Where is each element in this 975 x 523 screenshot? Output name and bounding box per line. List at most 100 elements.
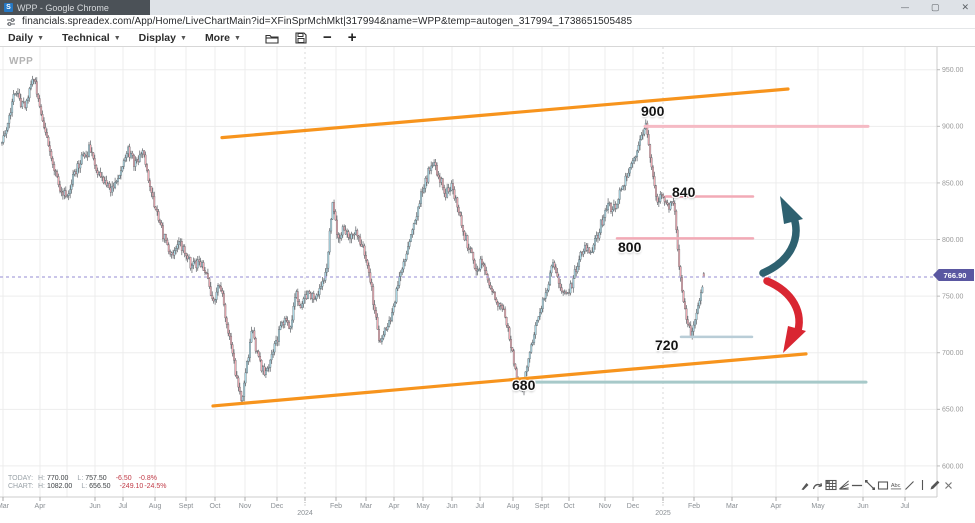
svg-text:Dec: Dec [627, 503, 640, 510]
chart-high-label: H: [38, 483, 45, 491]
diagonal-line-icon[interactable] [903, 479, 915, 492]
zoom-out-button[interactable]: − [323, 33, 332, 43]
svg-text:Oct: Oct [564, 503, 575, 510]
grid-table-icon[interactable] [825, 479, 837, 492]
level-label-720: 720 [655, 337, 678, 353]
y-axis-labels: 950.00900.00850.00800.00750.00700.00650.… [937, 67, 964, 470]
url-bar[interactable]: financials.spreadex.com/App/Home/LiveCha… [0, 15, 975, 29]
x-axis-labels: Mar Apr Jun Jul Aug Sept Oct Nov Dec 2024 Feb Mar Ap… [0, 497, 910, 517]
chart-area: 950.00900.00850.00800.00750.00700.00650.… [0, 47, 975, 523]
save-icon[interactable] [295, 32, 307, 44]
level-label-800: 800 [618, 239, 641, 255]
svg-text:Feb: Feb [688, 503, 700, 510]
current-price-value: 766.90 [941, 271, 967, 280]
grid-lines [0, 47, 937, 497]
segment-icon[interactable] [864, 479, 876, 492]
rectangle-icon[interactable] [877, 479, 889, 492]
chart-high-value: 1082.00 [47, 483, 72, 491]
vertical-line-icon[interactable] [916, 479, 928, 492]
svg-text:Jun: Jun [89, 503, 100, 510]
title-bar: S WPP - Google Chrome — ▢ ✕ [0, 0, 975, 15]
svg-text:Feb: Feb [330, 503, 342, 510]
svg-text:Jul: Jul [901, 503, 910, 510]
level-label-840: 840 [672, 184, 695, 200]
chart-low-value: 656.50 [89, 483, 110, 491]
svg-text:Nov: Nov [239, 503, 252, 510]
svg-text:Mar: Mar [726, 503, 739, 510]
text-label-icon[interactable]: Abc [890, 479, 902, 492]
svg-text:Jun: Jun [857, 503, 868, 510]
menu-technical[interactable]: Technical ▼ [62, 32, 121, 44]
menu-display[interactable]: Display ▼ [139, 32, 187, 44]
drawing-toolbar: Abc [799, 477, 954, 493]
chart-toolbar: Daily ▼ Technical ▼ Display ▼ More ▼ [0, 30, 975, 47]
svg-text:Dec: Dec [271, 503, 284, 510]
close-button[interactable]: ✕ [961, 2, 969, 13]
svg-text:650.00: 650.00 [942, 407, 964, 414]
scenario-arrows [763, 196, 806, 353]
today-label: TODAY: [8, 475, 38, 483]
svg-text:Sept: Sept [535, 503, 549, 510]
url-text[interactable]: financials.spreadex.com/App/Home/LiveCha… [22, 16, 632, 27]
symbol-watermark: WPP [9, 56, 33, 67]
svg-text:Nov: Nov [599, 503, 612, 510]
maximize-button[interactable]: ▢ [931, 2, 940, 13]
menu-more[interactable]: More ▼ [205, 32, 241, 44]
level-label-900: 900 [641, 103, 664, 119]
today-high-value: 770.00 [47, 475, 68, 483]
menu-more-label: More [205, 32, 230, 44]
menu-display-label: Display [139, 32, 176, 44]
close-tools-icon[interactable] [942, 479, 954, 492]
svg-text:Apr: Apr [771, 503, 783, 510]
svg-text:May: May [811, 503, 825, 510]
svg-text:Jun: Jun [446, 503, 457, 510]
price-chart-canvas[interactable]: 950.00900.00850.00800.00750.00700.00650.… [0, 47, 975, 523]
current-price-badge: 766.90 [933, 269, 974, 281]
pencil-icon[interactable] [929, 479, 941, 492]
svg-text:Jul: Jul [476, 503, 485, 510]
svg-text:750.00: 750.00 [942, 294, 964, 301]
browser-window: S WPP - Google Chrome — ▢ ✕ financials.s… [0, 0, 975, 523]
menu-daily[interactable]: Daily ▼ [8, 32, 44, 44]
horizontal-line-icon[interactable] [851, 479, 863, 492]
price-stats: TODAY: H: 770.00 L: 757.50 -6.50 -0.8% C… [8, 475, 174, 491]
bullish-arrow-head-icon [780, 196, 803, 224]
svg-text:Mar: Mar [0, 503, 10, 510]
zoom-in-button[interactable]: + [348, 33, 357, 43]
bearish-arrow-icon [767, 281, 799, 334]
chart-low-label: L: [81, 483, 87, 491]
open-chart-button[interactable] [265, 33, 279, 44]
today-high-label: H: [38, 475, 45, 483]
today-low-label: L: [77, 475, 83, 483]
svg-text:600.00: 600.00 [942, 463, 964, 470]
chevron-down-icon: ▼ [114, 35, 121, 42]
title-bar-left: S WPP - Google Chrome [0, 0, 150, 15]
chart-change-pct: -24.5% [144, 483, 166, 491]
svg-text:Mar: Mar [360, 503, 373, 510]
site-info-icon[interactable] [6, 17, 16, 27]
fan-lines-icon[interactable] [838, 479, 850, 492]
chevron-down-icon: ▼ [180, 35, 187, 42]
axes [0, 47, 937, 497]
svg-text:2024: 2024 [297, 510, 313, 517]
svg-text:Sept: Sept [179, 503, 193, 510]
today-change: -6.50 [116, 475, 132, 483]
svg-text:Apr: Apr [389, 503, 401, 510]
bullish-arrow-icon [763, 218, 796, 273]
chevron-down-icon: ▼ [37, 35, 44, 42]
marker-pen-icon[interactable] [799, 479, 811, 492]
today-change-pct: -0.8% [139, 475, 157, 483]
svg-text:850.00: 850.00 [942, 180, 964, 187]
curve-arrow-icon[interactable] [812, 479, 824, 492]
minimize-button[interactable]: — [901, 3, 909, 12]
svg-text:Jul: Jul [119, 503, 128, 510]
svg-text:Apr: Apr [35, 503, 47, 510]
svg-text:Aug: Aug [149, 503, 162, 510]
svg-text:Abc: Abc [891, 482, 901, 488]
annotation-lines [213, 89, 868, 406]
menu-technical-label: Technical [62, 32, 110, 44]
svg-text:700.00: 700.00 [942, 350, 964, 357]
svg-text:800.00: 800.00 [942, 237, 964, 244]
level-label-680: 680 [512, 377, 535, 393]
chart-label: CHART: [8, 483, 38, 491]
